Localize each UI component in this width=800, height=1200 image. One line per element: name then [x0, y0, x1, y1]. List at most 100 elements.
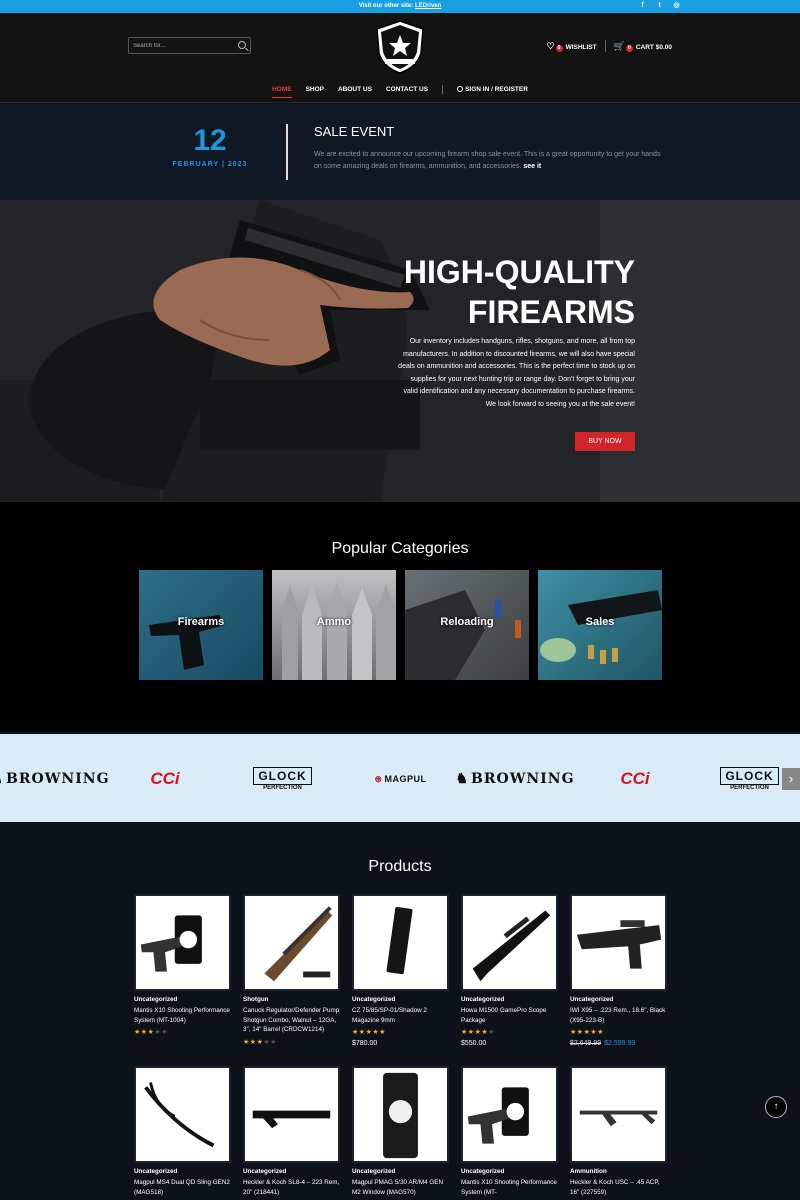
- hero-title-line1: HIGH-QUALITY: [403, 254, 635, 290]
- product-name[interactable]: CZ 75/85/SP-01/Shadow 2 Magazine 9mm: [352, 1006, 449, 1025]
- product-image[interactable]: [134, 894, 231, 991]
- product-name[interactable]: Magpul PMAG 5/30 AR/M4 GEN M2 Window (MA…: [352, 1178, 449, 1197]
- category-firearms[interactable]: Firearms: [139, 570, 263, 680]
- instagram-icon[interactable]: ◎: [673, 2, 680, 9]
- nav-home[interactable]: HOME: [272, 86, 292, 98]
- star-icon: ★: [161, 1029, 168, 1036]
- product-card[interactable]: Uncategorized Mantis X10 Shooting Perform…: [461, 1066, 558, 1197]
- product-category[interactable]: Uncategorized: [134, 1168, 231, 1175]
- sign-in-label: SIGN IN / REGISTER: [465, 86, 528, 93]
- buy-now-button[interactable]: BUY NOW: [575, 432, 635, 451]
- cart-total: $0.00: [655, 43, 672, 51]
- cart-link[interactable]: 🛒 0 CART $0.00: [614, 41, 672, 52]
- product-name[interactable]: Heckler & Koch USC – .45 ACP, 16" (22755…: [570, 1178, 667, 1197]
- product-category[interactable]: Ammunition: [570, 1168, 667, 1175]
- cart-icon: 🛒: [613, 40, 625, 51]
- event-description-text: We are excited to announce our upcoming …: [314, 151, 661, 170]
- product-image[interactable]: [134, 1066, 231, 1163]
- hero-banner: HIGH-QUALITY FIREARMS Our inventory incl…: [0, 200, 800, 502]
- buck-icon: ♞: [0, 771, 4, 787]
- product-image[interactable]: [243, 1066, 340, 1163]
- brand-browning-logo[interactable]: ♞BROWNING: [455, 762, 573, 796]
- product-card[interactable]: Ammunition Heckler & Koch USC – .45 ACP, …: [570, 1066, 667, 1197]
- product-image[interactable]: [570, 1066, 667, 1163]
- brand-name: GLOCK: [720, 767, 779, 785]
- nav-about-us[interactable]: ABOUT US: [338, 86, 372, 97]
- facebook-icon[interactable]: f: [639, 2, 646, 9]
- product-rating: ★★★★★: [461, 1028, 558, 1036]
- product-image[interactable]: [570, 894, 667, 991]
- product-name[interactable]: Mantis X10 Shooting Performance System (…: [134, 1006, 231, 1025]
- product-category[interactable]: Uncategorized: [461, 1168, 558, 1175]
- product-image[interactable]: [461, 1066, 558, 1163]
- product-rating: ★★★★★: [243, 1038, 340, 1046]
- wishlist-link[interactable]: ♡ 0 WISHLIST: [546, 41, 597, 52]
- product-category[interactable]: Uncategorized: [134, 996, 231, 1003]
- product-card[interactable]: Uncategorized Magpul MS4 Dual QD Sling GE…: [134, 1066, 231, 1197]
- brand-cci-logo[interactable]: CCi: [140, 762, 190, 796]
- search-icon[interactable]: [238, 41, 246, 49]
- product-category[interactable]: Uncategorized: [461, 996, 558, 1003]
- brand-name: MAGPUL: [384, 774, 427, 784]
- brand-browning-logo[interactable]: ♞BROWNING: [0, 762, 109, 796]
- product-image[interactable]: [461, 894, 558, 991]
- see-it-link[interactable]: see it: [523, 163, 541, 170]
- nav-shop[interactable]: SHOP: [306, 86, 324, 97]
- product-rating: ★★★★★: [352, 1028, 449, 1036]
- brand-sub: PERFECTION: [730, 785, 769, 791]
- category-sales[interactable]: Sales: [538, 570, 662, 680]
- star-icon: ★: [243, 1038, 250, 1046]
- brand-glock-logo[interactable]: GLOCK PERFECTION: [253, 762, 312, 796]
- product-card[interactable]: Uncategorized Heckler & Koch SL8-4 – 223 …: [243, 1066, 340, 1197]
- product-card[interactable]: Uncategorized IWI X95 – .223 Rem., 18.6",…: [570, 894, 667, 1047]
- nav-contact-us[interactable]: CONTACT US: [386, 86, 428, 97]
- product-name[interactable]: Heckler & Koch SL8-4 – 223 Rem, 20" (218…: [243, 1178, 340, 1197]
- search-input[interactable]: [129, 38, 234, 53]
- brand-glock-logo[interactable]: GLOCK PERFECTION: [720, 762, 779, 796]
- product-category[interactable]: Shotgun: [243, 996, 340, 1003]
- brand-cci-logo[interactable]: CCi: [610, 762, 660, 796]
- announcement-message: Visit our other site:: [358, 3, 414, 9]
- site-logo[interactable]: [373, 19, 427, 75]
- product-category[interactable]: Uncategorized: [352, 1168, 449, 1175]
- back-to-top-button[interactable]: ↑: [765, 1096, 787, 1118]
- product-card[interactable]: Uncategorized CZ 75/85/SP-01/Shadow 2 Mag…: [352, 894, 449, 1047]
- product-category[interactable]: Uncategorized: [352, 996, 449, 1003]
- user-icon: [457, 86, 464, 93]
- product-image[interactable]: [243, 894, 340, 991]
- product-image[interactable]: [352, 1066, 449, 1163]
- product-rating: ★★★★★: [570, 1028, 667, 1036]
- product-name[interactable]: Magpul MS4 Dual QD Sling GEN2 (MAG518): [134, 1178, 231, 1197]
- nav-sign-in[interactable]: SIGN IN / REGISTER: [457, 86, 528, 97]
- product-name[interactable]: Howa M1500 GamePro Scope Package: [461, 1006, 558, 1025]
- product-card[interactable]: Uncategorized Mantis X10 Shooting Perform…: [134, 894, 231, 1036]
- product-category[interactable]: Uncategorized: [243, 1168, 340, 1175]
- product-card[interactable]: Uncategorized Howa M1500 GamePro Scope Pa…: [461, 894, 558, 1047]
- product-name[interactable]: Mantis X10 Shooting Performance System (…: [461, 1178, 558, 1197]
- event-day: 12: [193, 124, 227, 157]
- category-reloading[interactable]: Reloading: [405, 570, 529, 680]
- hero-text: Our inventory includes handguns, rifles,…: [398, 338, 635, 408]
- product-card[interactable]: Shotgun Canuck Regulator/Defender Pump Sh…: [243, 894, 340, 1046]
- brand-sub: PERFECTION: [263, 785, 302, 791]
- category-ammo[interactable]: Ammo: [272, 570, 396, 680]
- event-title: SALE EVENT: [314, 124, 395, 139]
- product-price: $550.00: [461, 1040, 558, 1047]
- wishlist-count-badge: 0: [555, 44, 563, 52]
- price-value: $550.00: [461, 1040, 487, 1047]
- carousel-next-button[interactable]: ›: [782, 768, 800, 790]
- header-actions: ♡ 0 WISHLIST 🛒 0 CART $0.00: [546, 40, 672, 52]
- product-category[interactable]: Uncategorized: [570, 996, 667, 1003]
- other-site-link[interactable]: LEDriven: [415, 3, 441, 9]
- twitter-icon[interactable]: t: [656, 2, 663, 9]
- category-label: Ammo: [316, 616, 352, 628]
- nav-divider: [442, 85, 444, 94]
- product-name[interactable]: IWI X95 – .223 Rem., 18.6", Black (X95-2…: [570, 1006, 667, 1025]
- star-icon: ★: [140, 1029, 148, 1036]
- star-icon: ★: [461, 1029, 468, 1036]
- sale-price: $2,599.99: [604, 1040, 636, 1047]
- product-card[interactable]: Uncategorized Magpul PMAG 5/30 AR/M4 GEN …: [352, 1066, 449, 1197]
- brand-magpul-logo[interactable]: ⊛ MAGPUL: [368, 762, 433, 796]
- product-name[interactable]: Canuck Regulator/Defender Pump Shotgun C…: [243, 1006, 340, 1035]
- product-image[interactable]: [352, 894, 449, 991]
